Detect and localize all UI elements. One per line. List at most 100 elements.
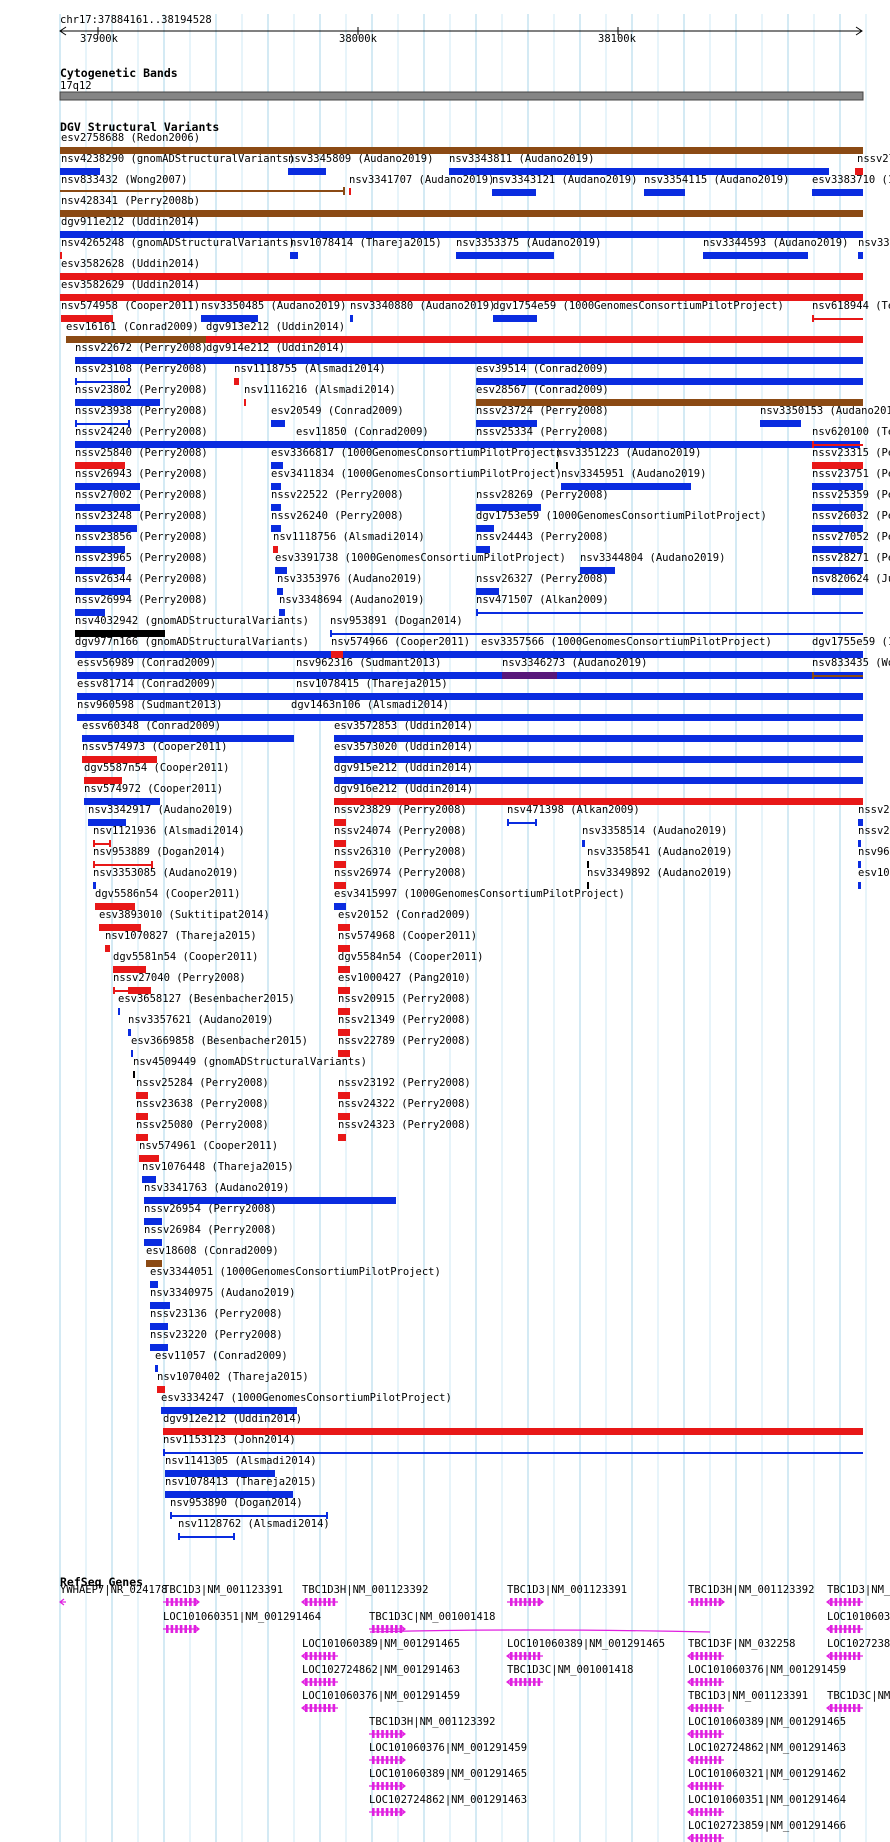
dgv-feature-label[interactable]: nsv3349892 (Audano2019) [587, 867, 732, 879]
dgv-feature-label[interactable]: dgv1754e59 (1000GenomesConsortiumPilotPr… [493, 300, 784, 312]
dgv-feature-label[interactable]: esv18608 (Conrad2009) [146, 1245, 279, 1257]
dgv-feature-label[interactable]: nssv22789 (Perry2008) [338, 1035, 471, 1047]
dgv-feature-label[interactable]: dgv1463n106 (Alsmadi2014) [291, 699, 449, 711]
dgv-feature-label[interactable]: nsv574961 (Cooper2011) [139, 1140, 278, 1152]
dgv-feature-label[interactable]: nsv1078413 (Thareja2015) [165, 1476, 317, 1488]
dgv-feature-label[interactable]: dgv914e212 (Uddin2014) [206, 342, 345, 354]
dgv-feature-label[interactable]: nssv22… [858, 804, 890, 816]
dgv-feature-label[interactable]: nsv3357621 (Audano2019) [128, 1014, 273, 1026]
dgv-feature-label[interactable]: nssv23192 (Perry2008) [338, 1077, 471, 1089]
dgv-feature-label[interactable]: esv3573020 (Uddin2014) [334, 741, 473, 753]
dgv-feature-label[interactable]: nssv26994 (Perry2008) [75, 594, 208, 606]
dgv-feature-label[interactable]: nssv26327 (Perry2008) [476, 573, 609, 585]
refseq-gene-label[interactable]: TBC1D3|NM_001123391 [163, 1584, 283, 1596]
dgv-feature-label[interactable]: nsv4509449 (gnomADStructuralVariants) [133, 1056, 367, 1068]
dgv-feature-label[interactable]: nsv833432 (Wong2007) [61, 174, 187, 186]
refseq-gene-label[interactable]: TBC1D3C|NM_001001418 [369, 1611, 495, 1623]
dgv-feature-label[interactable]: nsv1116216 (Alsmadi2014) [244, 384, 396, 396]
dgv-feature-label[interactable]: nssv23938 (Perry2008) [75, 405, 208, 417]
dgv-feature-label[interactable]: nssv27040 (Perry2008) [113, 972, 246, 984]
dgv-feature-label[interactable]: esv3415997 (1000GenomesConsortiumPilotPr… [334, 888, 625, 900]
dgv-feature-label[interactable]: esv28567 (Conrad2009) [476, 384, 609, 396]
refseq-gene-label[interactable]: LOC102724862|NM_001291463 [688, 1742, 846, 1754]
dgv-feature-label[interactable]: nssv23856 (Perry2008) [75, 531, 208, 543]
dgv-feature-label[interactable]: nsv3346273 (Audano2019) [502, 657, 647, 669]
dgv-feature-label[interactable]: nsv574968 (Cooper2011) [338, 930, 477, 942]
dgv-feature-label[interactable]: esv16161 (Conrad2009) [66, 321, 199, 333]
dgv-feature-label[interactable]: nsv3341763 (Audano2019) [144, 1182, 289, 1194]
dgv-feature-label[interactable]: nsv471398 (Alkan2009) [507, 804, 640, 816]
refseq-gene-label[interactable]: TBC1D3|NM_001123391 [688, 1690, 808, 1702]
dgv-feature-label[interactable]: esv3658127 (Besenbacher2015) [118, 993, 295, 1005]
dgv-feature-label[interactable]: nsv953891 (Dogan2014) [330, 615, 463, 627]
dgv-feature-label[interactable]: nsv3348694 (Audano2019) [279, 594, 424, 606]
dgv-feature-label[interactable]: nssv25359 (Per… [812, 489, 890, 501]
dgv-feature-label[interactable]: esv3383710 (1… [812, 174, 890, 186]
dgv-feature-label[interactable]: nsv820624 (Ju… [812, 573, 890, 585]
dgv-feature-label[interactable]: dgv916e212 (Uddin2014) [334, 783, 473, 795]
dgv-feature-label[interactable]: esv20152 (Conrad2009) [338, 909, 471, 921]
dgv-feature-label[interactable]: esv39514 (Conrad2009) [476, 363, 609, 375]
dgv-feature-label[interactable]: nsv3345809 (Audano2019) [288, 153, 433, 165]
refseq-gene-label[interactable]: LOC102724862|NM_001291463 [302, 1664, 460, 1676]
dgv-feature-label[interactable]: nsv574958 (Cooper2011) [61, 300, 200, 312]
dgv-feature-label[interactable]: nsv3353976 (Audano2019) [277, 573, 422, 585]
dgv-feature-label[interactable]: nsv3345951 (Audano2019) [561, 468, 706, 480]
dgv-feature-label[interactable]: dgv912e212 (Uddin2014) [163, 1413, 302, 1425]
dgv-feature-label[interactable]: nssv23315 (Per… [812, 447, 890, 459]
dgv-feature-label[interactable]: essv81714 (Conrad2009) [77, 678, 216, 690]
dgv-feature-label[interactable]: nsv96… [858, 846, 890, 858]
dgv-feature-label[interactable]: dgv913e212 (Uddin2014) [206, 321, 345, 333]
dgv-feature-label[interactable]: nssv22522 (Perry2008) [271, 489, 404, 501]
dgv-feature-label[interactable]: nssv28269 (Perry2008) [476, 489, 609, 501]
refseq-gene-label[interactable]: LOC101060376|NM_001291459 [688, 1664, 846, 1676]
dgv-feature-label[interactable]: nsv1118756 (Alsmadi2014) [273, 531, 425, 543]
dgv-feature-label[interactable]: nssv28271 (Per… [812, 552, 890, 564]
refseq-gene-label[interactable]: LOC102724862|NM_001291463 [369, 1794, 527, 1806]
refseq-gene-label[interactable]: LOC101060389|NM_001291465 [369, 1768, 527, 1780]
dgv-feature-label[interactable]: nsv1118755 (Alsmadi2014) [234, 363, 386, 375]
dgv-feature-label[interactable]: esv3357566 (1000GenomesConsortiumPilotPr… [481, 636, 772, 648]
dgv-feature-label[interactable]: nssv27052 (Per… [812, 531, 890, 543]
dgv-feature-label[interactable]: nsv3358541 (Audano2019) [587, 846, 732, 858]
refseq-gene-label[interactable]: YWHAEP7|NR_024178 [60, 1584, 167, 1596]
refseq-gene-label[interactable]: LOC101060351|NM_001291464 [163, 1611, 321, 1623]
dgv-feature-label[interactable]: nsv428341 (Perry2008b) [61, 195, 200, 207]
refseq-gene-label[interactable]: TBC1D3H|NM_001123392 [369, 1716, 495, 1728]
dgv-feature-label[interactable]: dgv915e212 (Uddin2014) [334, 762, 473, 774]
dgv-feature-label[interactable]: nssv26240 (Perry2008) [271, 510, 404, 522]
dgv-feature-label[interactable]: nsv1070402 (Thareja2015) [157, 1371, 309, 1383]
dgv-feature-label[interactable]: nsv1078415 (Thareja2015) [296, 678, 448, 690]
dgv-feature-label[interactable]: nsv962316 (Sudmant2013) [296, 657, 441, 669]
dgv-feature-label[interactable]: nssv26310 (Perry2008) [334, 846, 467, 858]
dgv-feature-label[interactable]: nsv953889 (Dogan2014) [93, 846, 226, 858]
dgv-feature-label[interactable]: esv3366817 (1000GenomesConsortiumPilotPr… [271, 447, 562, 459]
dgv-feature-label[interactable]: nsv960598 (Sudmant2013) [77, 699, 222, 711]
dgv-feature-label[interactable]: esv3582629 (Uddin2014) [61, 279, 200, 291]
dgv-feature-label[interactable]: nssv24074 (Perry2008) [334, 825, 467, 837]
dgv-feature-label[interactable]: nsv4265248 (gnomADStructuralVariants) [61, 237, 295, 249]
dgv-feature-label[interactable]: nssv24322 (Perry2008) [338, 1098, 471, 1110]
dgv-feature-label[interactable]: esv2758688 (Redon2006) [61, 132, 200, 144]
dgv-feature-label[interactable]: nsv1141305 (Alsmadi2014) [165, 1455, 317, 1467]
dgv-feature-label[interactable]: dgv5581n54 (Cooper2011) [113, 951, 258, 963]
dgv-feature-label[interactable]: nsv471507 (Alkan2009) [476, 594, 609, 606]
dgv-feature-label[interactable]: nsv3353375 (Audano2019) [456, 237, 601, 249]
refseq-gene-label[interactable]: LOC101060321|NM_001291462 [688, 1768, 846, 1780]
dgv-feature-label[interactable]: essv56989 (Conrad2009) [77, 657, 216, 669]
refseq-gene-label[interactable]: LOC10106035… [827, 1611, 890, 1623]
dgv-feature-label[interactable]: esv3334247 (1000GenomesConsortiumPilotPr… [161, 1392, 452, 1404]
dgv-feature-label[interactable]: dgv5586n54 (Cooper2011) [95, 888, 240, 900]
dgv-feature-label[interactable]: nssv25334 (Perry2008) [476, 426, 609, 438]
dgv-feature-label[interactable]: esv11057 (Conrad2009) [155, 1350, 288, 1362]
refseq-gene-label[interactable]: TBC1D3|NM_001123391 [507, 1584, 627, 1596]
dgv-feature-label[interactable]: nsv1076448 (Thareja2015) [142, 1161, 294, 1173]
dgv-feature-label[interactable]: nssv22672 (Perry2008) [75, 342, 208, 354]
dgv-feature-label[interactable]: dgv977n166 (gnomADStructuralVariants) [75, 636, 309, 648]
refseq-gene-label[interactable]: LOC10272385… [827, 1638, 890, 1650]
dgv-feature-label[interactable]: nssv574973 (Cooper2011) [82, 741, 227, 753]
dgv-feature-label[interactable]: nssv24323 (Perry2008) [338, 1119, 471, 1131]
dgv-feature-label[interactable]: nssv21349 (Perry2008) [338, 1014, 471, 1026]
dgv-feature-label[interactable]: nssv23638 (Perry2008) [136, 1098, 269, 1110]
dgv-feature-label[interactable]: nssv26954 (Perry2008) [144, 1203, 277, 1215]
